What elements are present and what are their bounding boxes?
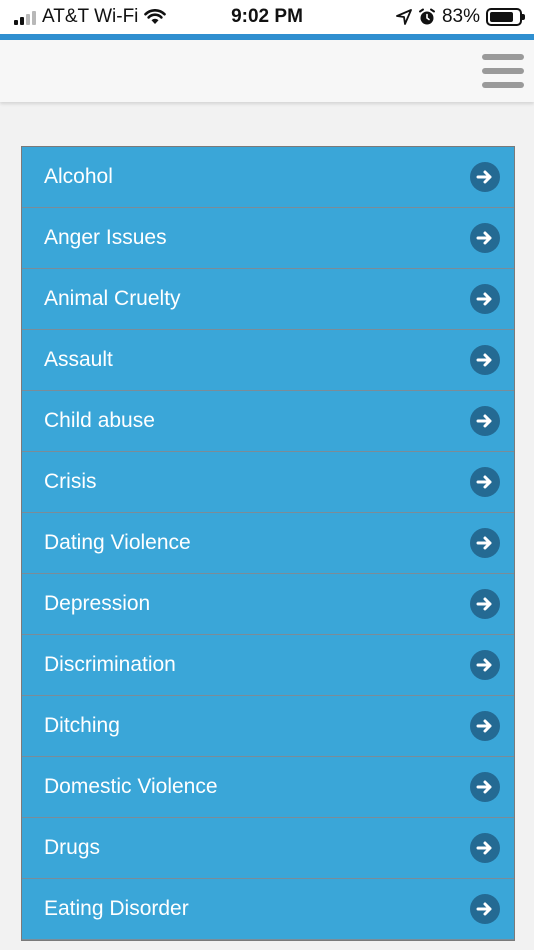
arrow-right-icon[interactable] bbox=[470, 833, 500, 863]
topic-label: Crisis bbox=[44, 470, 97, 493]
battery-fill bbox=[490, 12, 514, 22]
status-left: AT&T Wi-Fi bbox=[14, 6, 167, 28]
arrow-right-icon[interactable] bbox=[470, 467, 500, 497]
arrow-right-icon[interactable] bbox=[470, 284, 500, 314]
topic-label: Depression bbox=[44, 592, 151, 615]
arrow-right-icon[interactable] bbox=[470, 223, 500, 253]
topic-list-item[interactable]: Crisis bbox=[22, 452, 514, 513]
location-arrow-icon bbox=[396, 9, 412, 25]
arrow-right-icon[interactable] bbox=[470, 589, 500, 619]
topic-list-item[interactable]: Ditching bbox=[22, 696, 514, 757]
topic-list-item[interactable]: Discrimination bbox=[22, 635, 514, 696]
topic-list-item[interactable]: Domestic Violence bbox=[22, 757, 514, 818]
alarm-clock-icon bbox=[418, 8, 435, 25]
arrow-right-icon[interactable] bbox=[470, 528, 500, 558]
cellular-signal-icon bbox=[14, 9, 36, 25]
topic-label: Domestic Violence bbox=[44, 775, 218, 798]
topic-label: Child abuse bbox=[44, 409, 155, 432]
topic-list-item[interactable]: Anger Issues bbox=[22, 208, 514, 269]
topic-list-item[interactable]: Dating Violence bbox=[22, 513, 514, 574]
topic-label: Ditching bbox=[44, 714, 120, 737]
topic-list-item[interactable]: Child abuse bbox=[22, 391, 514, 452]
arrow-right-icon[interactable] bbox=[470, 406, 500, 436]
arrow-right-icon[interactable] bbox=[470, 894, 500, 924]
battery-percentage: 83% bbox=[441, 6, 480, 27]
topic-label: Assault bbox=[44, 348, 113, 371]
status-right: 83% bbox=[396, 6, 525, 28]
topic-label: Dating Violence bbox=[44, 531, 191, 554]
topic-list: Alcohol Anger Issues Animal Cruelty Assault… bbox=[21, 146, 515, 941]
topic-list-item[interactable]: Drugs bbox=[22, 818, 514, 879]
hamburger-menu-icon[interactable] bbox=[482, 54, 524, 88]
wifi-icon bbox=[144, 9, 167, 24]
topic-list-item[interactable]: Depression bbox=[22, 574, 514, 635]
topic-label: Eating Disorder bbox=[44, 897, 189, 920]
arrow-right-icon[interactable] bbox=[470, 345, 500, 375]
topic-label: Drugs bbox=[44, 836, 101, 859]
app-header bbox=[0, 40, 534, 102]
battery-icon bbox=[486, 8, 525, 26]
topic-label: Discrimination bbox=[44, 653, 176, 676]
arrow-right-icon[interactable] bbox=[470, 650, 500, 680]
status-bar: AT&T Wi-Fi 9:02 PM 83% bbox=[0, 0, 534, 34]
topic-list-item[interactable]: Animal Cruelty bbox=[22, 269, 514, 330]
arrow-right-icon[interactable] bbox=[470, 711, 500, 741]
topic-list-item[interactable]: Alcohol bbox=[22, 147, 514, 208]
arrow-right-icon[interactable] bbox=[470, 162, 500, 192]
topic-label: Alcohol bbox=[44, 165, 113, 188]
carrier-label: AT&T Wi-Fi bbox=[42, 6, 139, 27]
topic-list-item[interactable]: Eating Disorder bbox=[22, 879, 514, 940]
arrow-right-icon[interactable] bbox=[470, 772, 500, 802]
topic-label: Anger Issues bbox=[44, 226, 167, 249]
topic-label: Animal Cruelty bbox=[44, 287, 181, 310]
topic-list-item[interactable]: Assault bbox=[22, 330, 514, 391]
